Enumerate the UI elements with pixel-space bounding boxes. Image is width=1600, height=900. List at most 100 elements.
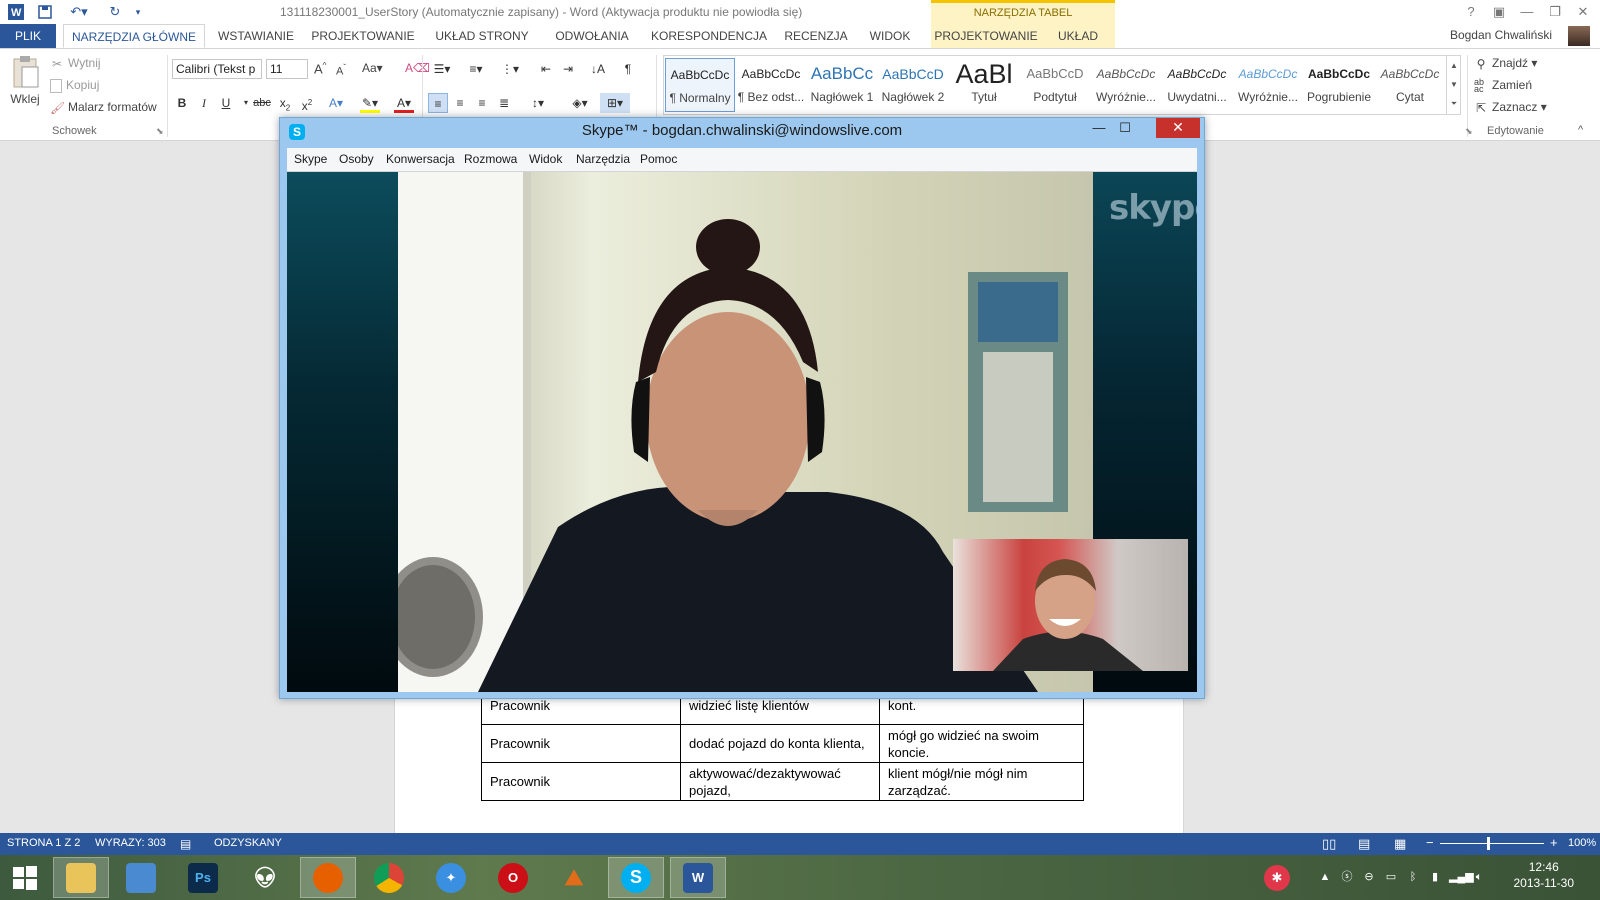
tab-view[interactable]: WIDOK xyxy=(862,24,918,48)
zoom-out-icon[interactable]: − xyxy=(1426,835,1434,850)
bullets-icon[interactable]: ☰▾ xyxy=(428,59,456,79)
read-mode-icon[interactable]: ▯▯ xyxy=(1322,836,1336,852)
copy-button[interactable]: Kopiuj xyxy=(50,78,99,93)
style-subtle-emphasis[interactable]: AaBbCcDc Wyróżnie... xyxy=(1091,58,1161,112)
zoom-level[interactable]: 100% xyxy=(1568,837,1596,849)
sort-icon[interactable]: ↓A xyxy=(588,59,608,79)
table-cell[interactable]: aktywować/dezaktywować pojazd, xyxy=(680,762,880,801)
menu-call[interactable]: Rozmowa xyxy=(464,152,517,166)
table-row[interactable]: Pracownik aktywować/dezaktywować pojazd,… xyxy=(481,762,1084,801)
show-hidden-icons[interactable]: ▲ xyxy=(1317,869,1333,885)
tab-design[interactable]: PROJEKTOWANIE xyxy=(309,24,417,48)
bluetooth-icon[interactable]: ᛒ xyxy=(1405,869,1421,885)
tab-table-layout[interactable]: UKŁAD xyxy=(1041,24,1115,48)
table-cell[interactable]: mógł go widzieć na swoim koncie. xyxy=(879,724,1084,763)
shrink-font-icon[interactable]: Aˇ xyxy=(336,63,346,78)
subscript-icon[interactable]: x2 xyxy=(275,93,295,113)
video-call-area[interactable]: skype xyxy=(287,172,1197,692)
tray-app-button[interactable]: ✱ xyxy=(1254,857,1300,898)
style-title[interactable]: AaBl Tytuł xyxy=(949,58,1019,112)
style-subtitle[interactable]: AaBbCcD Podtytuł xyxy=(1020,58,1090,112)
tab-mailings[interactable]: KORESPONDENCJA xyxy=(648,24,770,48)
cut-button[interactable]: ✂ Wytnij xyxy=(50,56,101,71)
italic-icon[interactable]: I xyxy=(194,93,214,113)
taskbar-alien-app[interactable]: 👽︎ xyxy=(237,857,293,898)
zoom-in-icon[interactable]: + xyxy=(1550,835,1558,850)
font-size-combo[interactable]: 11 xyxy=(266,59,308,79)
increase-indent-icon[interactable]: ⇥ xyxy=(558,59,578,79)
help-icon[interactable]: ? xyxy=(1458,2,1484,22)
multilevel-list-icon[interactable]: ⋮▾ xyxy=(496,59,524,79)
strikethrough-icon[interactable]: abc xyxy=(252,93,272,113)
style-emphasis[interactable]: AaBbCcDc Uwydatni... xyxy=(1162,58,1232,112)
qat-customize-icon[interactable]: ▾ xyxy=(130,2,146,22)
tab-review[interactable]: RECENZJA xyxy=(782,24,850,48)
styles-launcher-icon[interactable]: ⬊ xyxy=(1465,126,1473,137)
taskbar-control-panel[interactable] xyxy=(113,857,169,898)
power-icon[interactable]: ▮ xyxy=(1427,869,1443,885)
table-cell[interactable]: klient mógł/nie mógł nim zarządzać. xyxy=(879,762,1084,801)
styles-scroll[interactable]: ▲ ▼ ⏷ xyxy=(1446,56,1461,114)
style-quote[interactable]: AaBbCcDc Cytat xyxy=(1375,58,1445,112)
undo-icon[interactable]: ↶▾ xyxy=(64,2,94,22)
proofing-icon[interactable]: ▤ xyxy=(180,837,191,851)
network-icon[interactable]: ▂▄▆ xyxy=(1449,869,1474,885)
table-row[interactable]: Pracownik dodać pojazd do konta klienta,… xyxy=(481,724,1084,763)
avatar[interactable] xyxy=(1568,26,1590,46)
justify-icon[interactable]: ≣ xyxy=(494,93,514,113)
skype-window[interactable]: S Skype™ - bogdan.chwalinski@windowslive… xyxy=(279,117,1205,699)
menu-skype[interactable]: Skype xyxy=(294,152,327,166)
superscript-icon[interactable]: x2 xyxy=(297,93,317,113)
taskbar-firefox[interactable] xyxy=(300,857,356,898)
tab-home[interactable]: NARZĘDZIA GŁÓWNE xyxy=(63,24,205,48)
tab-layout[interactable]: UKŁAD STRONY xyxy=(428,24,536,48)
taskbar-word[interactable]: W xyxy=(670,857,726,898)
paste-button[interactable]: Wklej xyxy=(8,55,42,117)
menu-view[interactable]: Widok xyxy=(529,152,562,166)
replace-button[interactable]: ab ac Zamień xyxy=(1474,77,1532,93)
change-case-icon[interactable]: Aa▾ xyxy=(362,61,383,75)
table-cell[interactable]: dodać pojazd do konta klienta, xyxy=(680,724,880,763)
menu-conversation[interactable]: Konwersacja xyxy=(386,152,455,166)
tab-references[interactable]: ODWOŁANIA xyxy=(548,24,636,48)
show-formatting-icon[interactable]: ¶ xyxy=(618,59,638,79)
table-cell[interactable]: Pracownik xyxy=(481,724,681,763)
user-story-table[interactable]: Pracownik widzieć listę klientów kont. P… xyxy=(481,686,1084,801)
select-button[interactable]: ⇱ Zaznacz ▾ xyxy=(1474,100,1547,115)
menu-contacts[interactable]: Osoby xyxy=(339,152,374,166)
word-count[interactable]: WYRAZY: 303 xyxy=(95,837,166,849)
font-name-combo[interactable]: Calibri (Tekst p xyxy=(172,59,262,79)
tab-file[interactable]: PLIK xyxy=(0,24,56,48)
tab-insert[interactable]: WSTAWIANIE xyxy=(210,24,302,48)
numbering-icon[interactable]: ≡▾ xyxy=(462,59,490,79)
borders-icon[interactable]: ⊞▾ xyxy=(600,93,630,113)
display-tray-icon[interactable]: ▭ xyxy=(1383,869,1399,885)
volume-icon[interactable]: 🔈︎ xyxy=(1471,869,1487,885)
menu-help[interactable]: Pomoc xyxy=(640,152,677,166)
ribbon-display-options-icon[interactable]: ▣ xyxy=(1486,2,1512,22)
collapse-ribbon-icon[interactable]: ^ xyxy=(1578,124,1583,136)
font-color-icon[interactable]: A▾ xyxy=(394,93,414,113)
format-painter-button[interactable]: 🖌 Malarz formatów xyxy=(50,100,157,115)
clipboard-launcher-icon[interactable]: ⬊ xyxy=(156,126,164,137)
taskbar-opera[interactable]: O xyxy=(485,857,541,898)
shading-icon[interactable]: ◈▾ xyxy=(566,93,594,113)
skype-title-bar[interactable]: S Skype™ - bogdan.chwalinski@windowslive… xyxy=(280,118,1204,148)
taskbar-photoshop[interactable]: Ps xyxy=(175,857,231,898)
minimize-icon[interactable]: — xyxy=(1514,2,1540,22)
find-button[interactable]: ⚲ Znajdź ▾ xyxy=(1474,56,1538,71)
style-intense-emphasis[interactable]: AaBbCcDc Wyróżnie... xyxy=(1233,58,1303,112)
highlight-icon[interactable]: ✎▾ xyxy=(360,93,380,113)
grow-font-icon[interactable]: A^ xyxy=(314,61,326,76)
user-name[interactable]: Bogdan Chwaliński xyxy=(1450,28,1552,42)
redo-icon[interactable]: ↻ xyxy=(104,2,126,22)
taskbar-matlab[interactable]: ⛰ xyxy=(546,857,602,898)
zoom-slider-thumb[interactable] xyxy=(1487,837,1490,850)
restore-icon[interactable]: ❐ xyxy=(1542,2,1568,22)
menu-tools[interactable]: Narzędzia xyxy=(576,152,630,166)
taskbar-explorer[interactable] xyxy=(53,857,109,898)
bold-icon[interactable]: B xyxy=(172,93,192,113)
line-spacing-icon[interactable]: ↕▾ xyxy=(524,93,552,113)
taskbar-skype[interactable]: S xyxy=(608,857,664,898)
print-layout-icon[interactable]: ▤ xyxy=(1358,836,1370,852)
